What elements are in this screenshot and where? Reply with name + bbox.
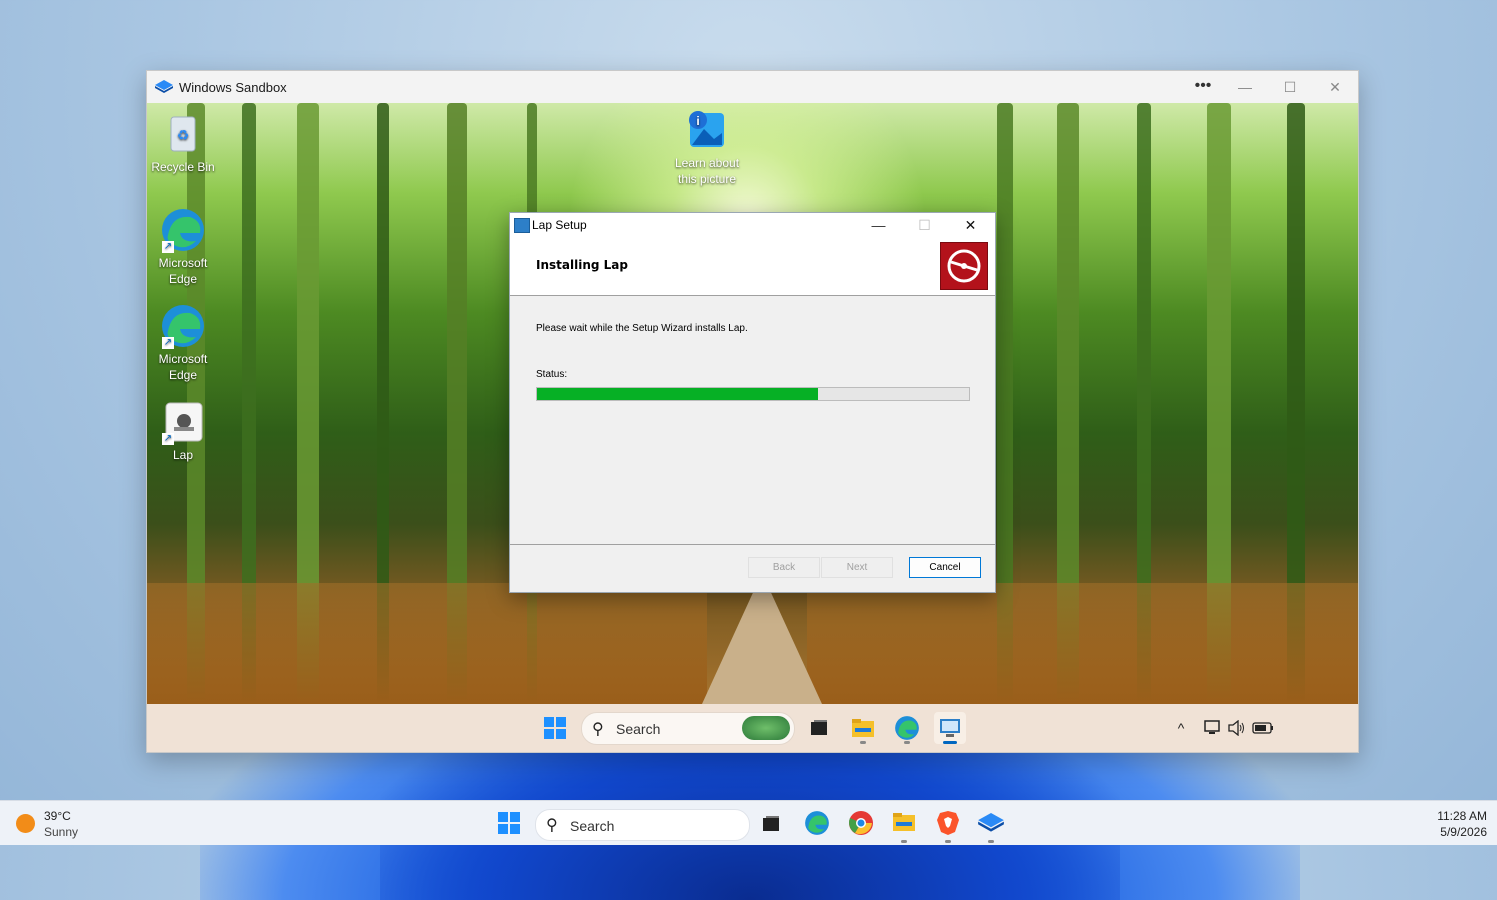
file-explorer-icon[interactable] [892,812,916,843]
next-button[interactable]: Next [821,557,893,578]
dialog-minimize-button[interactable]: — [856,213,901,237]
desktop-icon-edge-1[interactable]: ↗ Microsoft Edge [147,207,221,287]
search-icon: ⚲ [592,721,604,738]
weather-sun-icon[interactable] [16,814,35,833]
desktop-icon-recycle-bin[interactable]: ♻ Recycle Bin [147,111,221,175]
search-placeholder: Search [570,818,615,834]
search-placeholder: Search [616,721,661,737]
cancel-button[interactable]: Cancel [909,557,981,578]
chevron-up-icon[interactable]: ^ [1165,712,1197,744]
clock-date[interactable]: 5/9/2026 [1440,825,1487,839]
shortcut-arrow-icon: ↗ [162,433,174,445]
install-progress-fill [537,388,818,400]
sandbox-icon[interactable] [978,813,1004,843]
shortcut-arrow-icon: ↗ [162,337,174,349]
brave-icon[interactable] [936,810,960,843]
more-options-button[interactable]: ••• [1187,75,1219,99]
battery-icon[interactable] [1247,712,1279,744]
setup-icon[interactable] [934,712,966,744]
close-button[interactable]: ✕ [1315,75,1355,99]
grass-left [147,583,707,704]
dialog-title: Lap Setup [532,218,587,232]
weather-condition[interactable]: Sunny [44,825,78,839]
lap-setup-dialog: Lap Setup — ☐ ✕ Installing Lap Please wa… [509,212,996,593]
clock-time[interactable]: 11:28 AM [1437,809,1487,823]
search-highlight-icon [742,716,790,740]
recycle-bin-icon: ♻ [160,111,206,157]
sandbox-title: Windows Sandbox [179,80,287,95]
desktop-icon-lap[interactable]: ↗ Lap [147,399,221,463]
svg-text:i: i [696,114,699,128]
shortcut-arrow-icon: ↗ [162,241,174,253]
task-view-icon[interactable] [761,814,781,839]
edge-icon[interactable] [891,712,923,744]
weather-temperature[interactable]: 39°C [44,809,71,823]
chrome-icon[interactable] [848,810,874,841]
desktop-icon-label: Learn about this picture [674,156,740,186]
status-label: Status: [536,369,568,380]
edge-icon: ↗ [160,207,206,253]
dialog-message: Please wait while the Setup Wizard insta… [536,323,748,334]
dialog-close-button[interactable]: ✕ [948,213,993,237]
dialog-separator [510,544,995,545]
start-icon[interactable] [497,811,521,840]
disc-logo-icon [940,242,988,290]
host-taskbar: 39°C Sunny ⚲ Search 11:28 AM 5/9/2026 [0,800,1497,845]
dialog-banner: Installing Lap [510,237,995,296]
desktop-icon-label: Microsoft Edge [158,256,208,286]
desktop-icon-label: Lap [172,448,194,462]
desktop-icon-label: Recycle Bin [151,160,215,174]
sandbox-taskbar: ⚲ Search ^ [147,704,1358,752]
learn-about-picture-icon: i [684,107,730,153]
sandbox-search-box[interactable]: ⚲ Search [581,712,795,745]
minimize-button[interactable]: — [1225,75,1265,99]
svg-text:♻: ♻ [177,127,190,143]
sandbox-logo-icon [155,80,173,93]
sandbox-title-bar[interactable]: Windows Sandbox ••• — ☐ ✕ [147,71,1358,103]
edge-icon: ↗ [160,303,206,349]
lap-installer-icon: ↗ [160,399,206,445]
edge-icon[interactable] [804,810,830,841]
task-view-icon[interactable] [803,712,835,744]
host-search-box[interactable]: ⚲ Search [535,809,750,841]
dialog-heading: Installing Lap [536,258,628,272]
dialog-maximize-button: ☐ [918,217,931,233]
search-icon: ⚲ [546,817,558,834]
install-progress-bar [536,387,970,401]
setup-icon [514,218,530,233]
maximize-button[interactable]: ☐ [1270,75,1310,99]
desktop-icon-learn-about-picture[interactable]: i Learn about this picture [669,107,745,187]
desktop-icon-label: Microsoft Edge [158,352,208,382]
desktop-icon-edge-2[interactable]: ↗ Microsoft Edge [147,303,221,383]
grass-right [807,583,1358,704]
file-explorer-icon[interactable] [847,712,879,744]
start-icon[interactable] [539,712,571,744]
dialog-title-bar[interactable]: Lap Setup — ☐ ✕ [510,213,995,237]
back-button[interactable]: Back [748,557,820,578]
